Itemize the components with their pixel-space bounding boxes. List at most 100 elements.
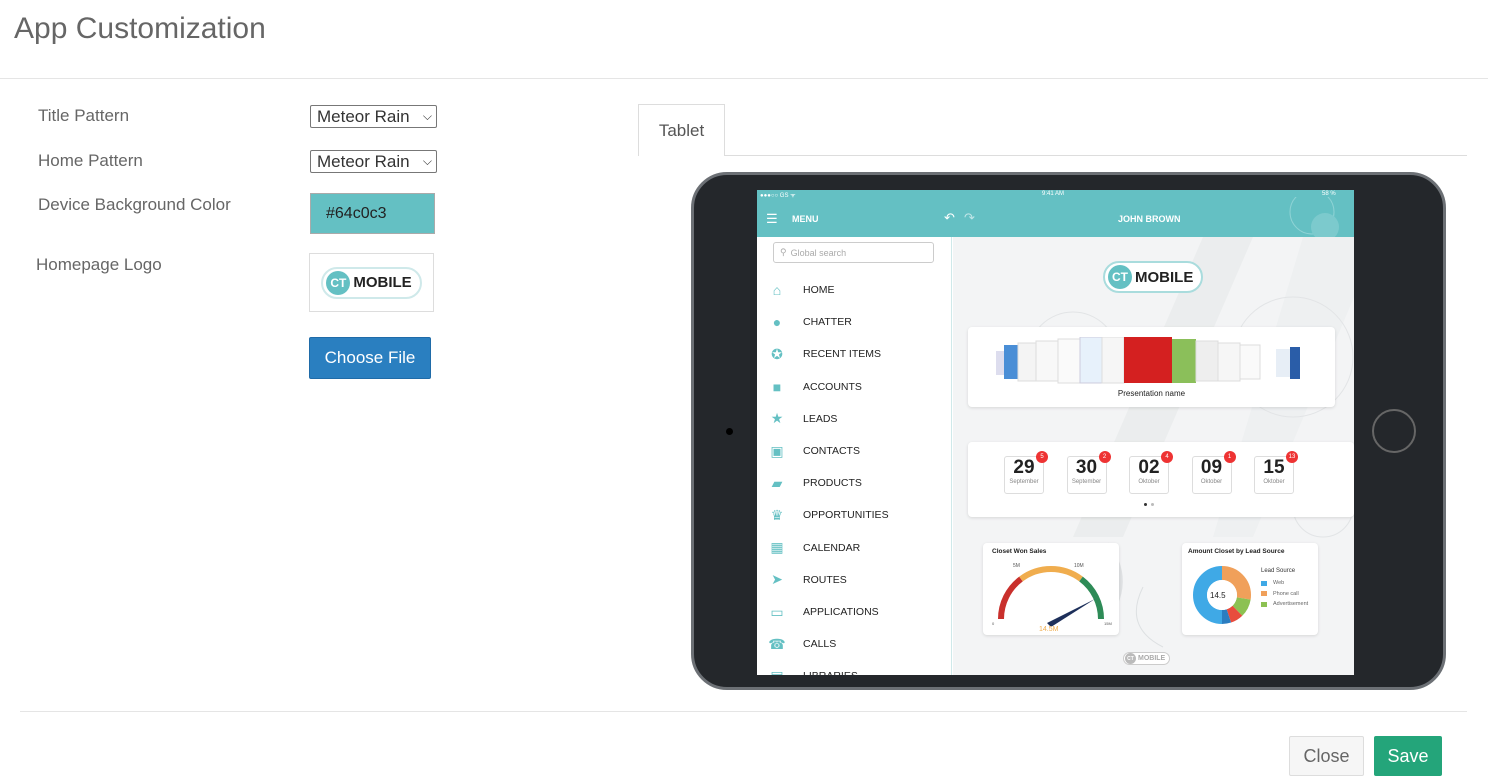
date-month: September [1071, 479, 1102, 485]
calendar-card: 29 September 5 30 September 2 02 Oktober 4 09 Okto… [968, 442, 1354, 517]
presentation-icon: ▭ [770, 603, 784, 620]
folder-icon: ■ [772, 378, 782, 395]
home-pattern-select[interactable]: Meteor Rain ⌵ [310, 150, 437, 173]
donut-title: Amount Closet by Lead Source [1188, 548, 1285, 555]
legend-label: Web [1273, 580, 1285, 586]
gauge-tick-0: 0 [992, 621, 995, 626]
save-button[interactable]: Save [1374, 736, 1442, 776]
sidebar-item-accounts[interactable]: ■ ACCOUNTS [757, 371, 951, 403]
presentation-card[interactable]: Presentation name [968, 327, 1335, 407]
homepage-logo-preview: CT MOBILE [309, 253, 434, 312]
page-title: App Customization [14, 12, 266, 45]
gauge-title: Closet Won Sales [992, 548, 1047, 555]
header-divider [0, 78, 1488, 79]
date-tile[interactable]: 09 Oktober 1 [1191, 451, 1236, 494]
sidebar-item-calls[interactable]: ☎ CALLS [757, 628, 951, 660]
box-icon: ▰ [771, 474, 783, 491]
carousel-dot-active[interactable] [1144, 503, 1147, 506]
gauge-value: 14.5M [1039, 626, 1059, 633]
sidebar-item-recent-items[interactable]: ✪ RECENT ITEMS [757, 338, 951, 370]
sidebar-item-contacts[interactable]: ▣ CONTACTS [757, 435, 951, 467]
sidebar-item-label: LEADS [803, 412, 838, 425]
chatter-icon: ● [772, 314, 782, 331]
tablet-screen: ●●●○○ GS ᯤ 9:41 AM 58 % ☰ MENU ↶ ↷ JOHN … [757, 190, 1354, 675]
hamburger-menu-icon[interactable]: ☰ [766, 211, 778, 227]
donut-card: Amount Closet by Lead Source 14.5 Lead S… [1182, 543, 1318, 635]
home-content: CT MOBILE Presentation name 29 September… [953, 237, 1354, 675]
logo-text: MOBILE [1138, 655, 1166, 662]
library-icon: ▤ [770, 668, 784, 675]
camera-icon [726, 428, 733, 435]
notification-badge: 13 [1286, 451, 1298, 463]
gauge-tick-10m: 10M [1074, 563, 1084, 569]
title-pattern-value: Meteor Rain [317, 106, 410, 126]
date-tile[interactable]: 29 September 5 [1004, 451, 1048, 494]
home-pattern-value: Meteor Rain [317, 151, 410, 171]
home-pattern-label: Home Pattern [38, 151, 143, 170]
donut-legend-title: Lead Source [1261, 568, 1296, 574]
date-month: Oktober [1138, 479, 1160, 485]
carrier-text: ●●●○○ GS ᯤ [760, 193, 796, 199]
title-pattern-select[interactable]: Meteor Rain ⌵ [310, 105, 437, 128]
logo-ct-mark: CT [326, 270, 351, 295]
device-bg-color-label: Device Background Color [38, 195, 231, 214]
person-icon: ★ [770, 410, 784, 427]
sidebar-item-libraries[interactable]: ▤ LIBRARIES [757, 660, 951, 675]
homepage-logo-label: Homepage Logo [36, 255, 162, 274]
tab-underline [725, 155, 1467, 156]
carousel-dot[interactable] [1151, 503, 1154, 506]
sidebar-item-home[interactable]: ⌂ HOME [757, 274, 951, 306]
gauge-tick-5m: 5M [1013, 563, 1020, 569]
phone-icon: ☎ [768, 635, 786, 652]
gauge-tick-15m: 15M [1104, 621, 1112, 626]
search-placeholder: Global search [790, 247, 847, 258]
menu-label: MENU [792, 214, 819, 224]
side-menu: ⚲ Global search ⌂ HOME ● CHATTER ✪ RECENT ITE… [757, 237, 952, 675]
logo-text: MOBILE [1135, 268, 1194, 286]
user-name: JOHN BROWN [1118, 214, 1181, 224]
undo-icon[interactable]: ↶ [944, 210, 955, 226]
legend-item: Advertisement [1261, 601, 1308, 607]
sidebar-item-products[interactable]: ▰ PRODUCTS [757, 467, 951, 499]
sidebar-item-opportunities[interactable]: ♛ OPPORTUNITIES [757, 499, 951, 531]
date-month: Oktober [1200, 479, 1223, 485]
sidebar-item-leads[interactable]: ★ LEADS [757, 403, 951, 435]
device-bg-color-input[interactable]: #64c0c3 [310, 193, 435, 234]
chevron-down-icon: ⌵ [422, 154, 432, 168]
date-tile[interactable]: 02 Oktober 4 [1129, 451, 1173, 494]
date-tile[interactable]: 15 Oktober 13 [1254, 451, 1298, 494]
navigation-icon: ➤ [771, 571, 783, 588]
notification-badge: 1 [1223, 451, 1236, 463]
sidebar-item-label: ACCOUNTS [803, 380, 862, 393]
logo-ct-mark: CT [1108, 265, 1132, 289]
choose-file-button[interactable]: Choose File [309, 337, 431, 379]
sidebar-item-label: CONTACTS [803, 445, 860, 457]
sidebar-item-applications[interactable]: ▭ APPLICATIONS [757, 596, 951, 628]
date-month: Oktober [1263, 479, 1285, 485]
sidebar-item-chatter[interactable]: ● CHATTER [757, 306, 951, 338]
presentation-caption: Presentation name [1117, 389, 1186, 398]
global-search-input[interactable]: ⚲ Global search [773, 242, 934, 263]
logo-text: MOBILE [353, 274, 412, 291]
legend-item: Phone call [1261, 591, 1299, 597]
sidebar-item-label: CALENDAR [803, 541, 861, 554]
calendar-icon: ▦ [770, 539, 784, 556]
date-tile[interactable]: 30 September 2 [1066, 451, 1111, 494]
presentation-thumbnails [996, 337, 1300, 384]
star-icon: ✪ [771, 345, 783, 362]
appbar-decoration [1289, 197, 1339, 241]
notification-badge: 4 [1161, 451, 1173, 463]
sidebar-item-label: CALLS [803, 638, 837, 651]
tab-tablet[interactable]: Tablet [638, 104, 725, 156]
sidebar-item-routes[interactable]: ➤ ROUTES [757, 564, 951, 596]
footer-logo: CT MOBILE [1123, 652, 1171, 665]
redo-icon[interactable]: ↷ [964, 210, 975, 226]
title-pattern-label: Title Pattern [38, 106, 130, 125]
crown-icon: ♛ [770, 506, 784, 523]
home-button-icon [1372, 409, 1416, 453]
contact-card-icon: ▣ [770, 442, 784, 459]
sidebar-item-calendar[interactable]: ▦ CALENDAR [757, 532, 951, 564]
close-button[interactable]: Close [1289, 736, 1364, 776]
legend-swatch [1261, 580, 1267, 586]
status-time: 9:41 AM [1042, 191, 1065, 197]
